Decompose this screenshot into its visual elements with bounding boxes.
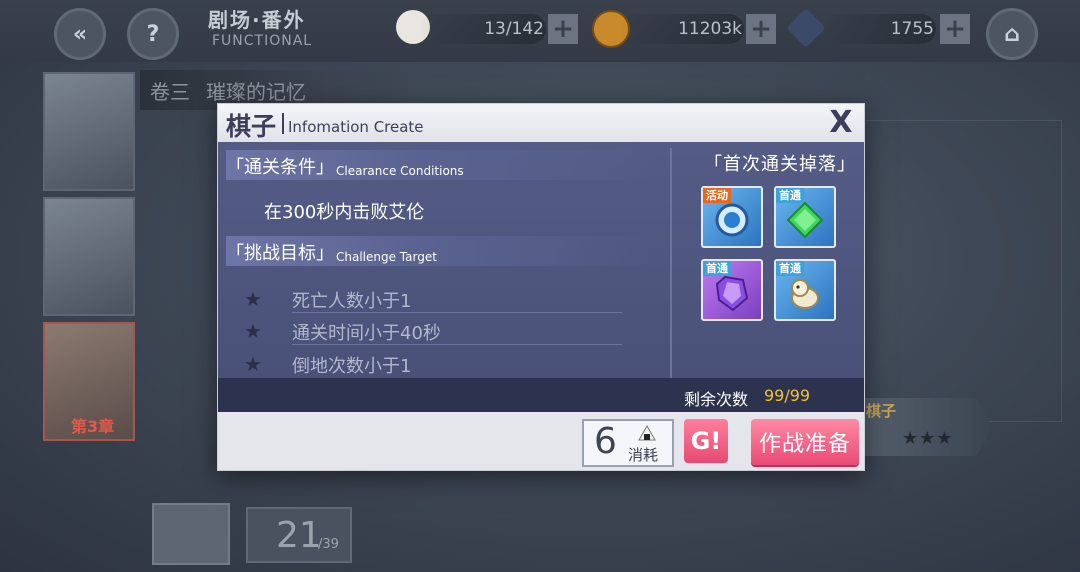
blue-orb-item-icon (712, 200, 752, 240)
top-bar: « ? 剧场·番外 FUNCTIONAL 13/142 + 11203k + 1… (0, 0, 1080, 62)
challenge-target: ★ 通关时间小于40秒 (244, 316, 644, 346)
first-clear-drops-title: 「首次通关掉落」 (704, 154, 856, 175)
home-icon: ⌂ (1004, 21, 1020, 47)
rice-ball-icon (638, 425, 656, 441)
cost-label: 消耗 (628, 446, 659, 464)
prepare-battle-button[interactable]: 作战准备 (751, 419, 859, 465)
chapter-portrait[interactable] (43, 197, 135, 316)
auto-battle-button[interactable]: G! (684, 419, 728, 463)
dialog-body: 「通关条件」 Clearance Conditions 在300秒内击败艾伦 「… (218, 142, 864, 378)
plus-icon: + (552, 14, 574, 44)
chapter-portrait-selected[interactable]: 第3章 (43, 322, 135, 441)
help-button[interactable]: ? (127, 8, 179, 60)
purple-crystal-item-icon (712, 273, 752, 313)
chapter-label: 卷三 (150, 79, 190, 104)
star-icon: ★ (244, 319, 262, 343)
add-coin-button[interactable]: + (746, 14, 776, 44)
dialog-header: 棋子 Infomation Create X (218, 104, 864, 142)
star-progress: 21 /39 (246, 507, 352, 563)
double-chevron-left-icon: « (72, 21, 88, 47)
remaining-attempts-label: 剩余次数 (684, 390, 749, 409)
add-stamina-button[interactable]: + (548, 14, 578, 44)
star-icon: ★ (244, 287, 262, 311)
home-button[interactable]: ⌂ (986, 8, 1038, 60)
drop-item[interactable]: 活动 (701, 186, 763, 248)
drop-item[interactable]: 首通 (774, 259, 836, 321)
remaining-attempts-value: 99/99 (764, 386, 811, 405)
challenge-target: ★ 死亡人数小于1 (244, 284, 644, 314)
clearance-text: 在300秒内击败艾伦 (264, 202, 425, 223)
close-button[interactable]: X (828, 108, 854, 138)
coin-value: 11203k (620, 14, 744, 44)
stamina-cost: 6 消耗 (582, 419, 674, 467)
question-mark-icon: ? (146, 21, 160, 47)
stage-title: 剧场·番外 (208, 8, 306, 32)
chapter-portrait[interactable] (43, 72, 135, 191)
dialog-title: 棋子 (226, 112, 277, 141)
cost-value: 6 (594, 421, 617, 462)
stamina-value: 13/142 (420, 14, 546, 44)
drop-item[interactable]: 首通 (701, 259, 763, 321)
add-crystal-button[interactable]: + (940, 14, 970, 44)
plus-icon: + (750, 14, 772, 44)
dialog-subtitle: Infomation Create (288, 118, 424, 136)
drop-item[interactable]: 首通 (774, 186, 836, 248)
column-divider (670, 148, 672, 378)
clearance-heading: 「通关条件」 Clearance Conditions (226, 150, 656, 180)
green-gem-item-icon (785, 200, 825, 240)
stage-card-name: 棋子 (866, 402, 897, 420)
progress-total: /39 (318, 537, 339, 552)
chapter-name: 璀璨的记忆 (206, 79, 306, 104)
stage-card[interactable]: 棋子 ★★★ (862, 398, 992, 456)
stage-info-dialog: 棋子 Infomation Create X 「通关条件」 Clearance … (217, 103, 865, 471)
title-divider (282, 113, 284, 134)
reward-chest-icon[interactable] (152, 503, 230, 565)
star-icon: ★ (244, 352, 262, 376)
challenge-target: ★ 倒地次数小于1 (244, 352, 412, 377)
star-rating-icon: ★★★ (902, 428, 954, 449)
challenge-heading: 「挑战目标」 Challenge Target (226, 236, 656, 266)
plus-icon: + (944, 14, 966, 44)
chapter-badge: 第3章 (71, 417, 115, 436)
back-button[interactable]: « (54, 8, 106, 60)
stage-subtitle: FUNCTIONAL (212, 33, 313, 49)
pet-figure-item-icon (785, 273, 825, 313)
crystal-value: 1755 (820, 14, 936, 44)
progress-current: 21 (276, 515, 322, 556)
